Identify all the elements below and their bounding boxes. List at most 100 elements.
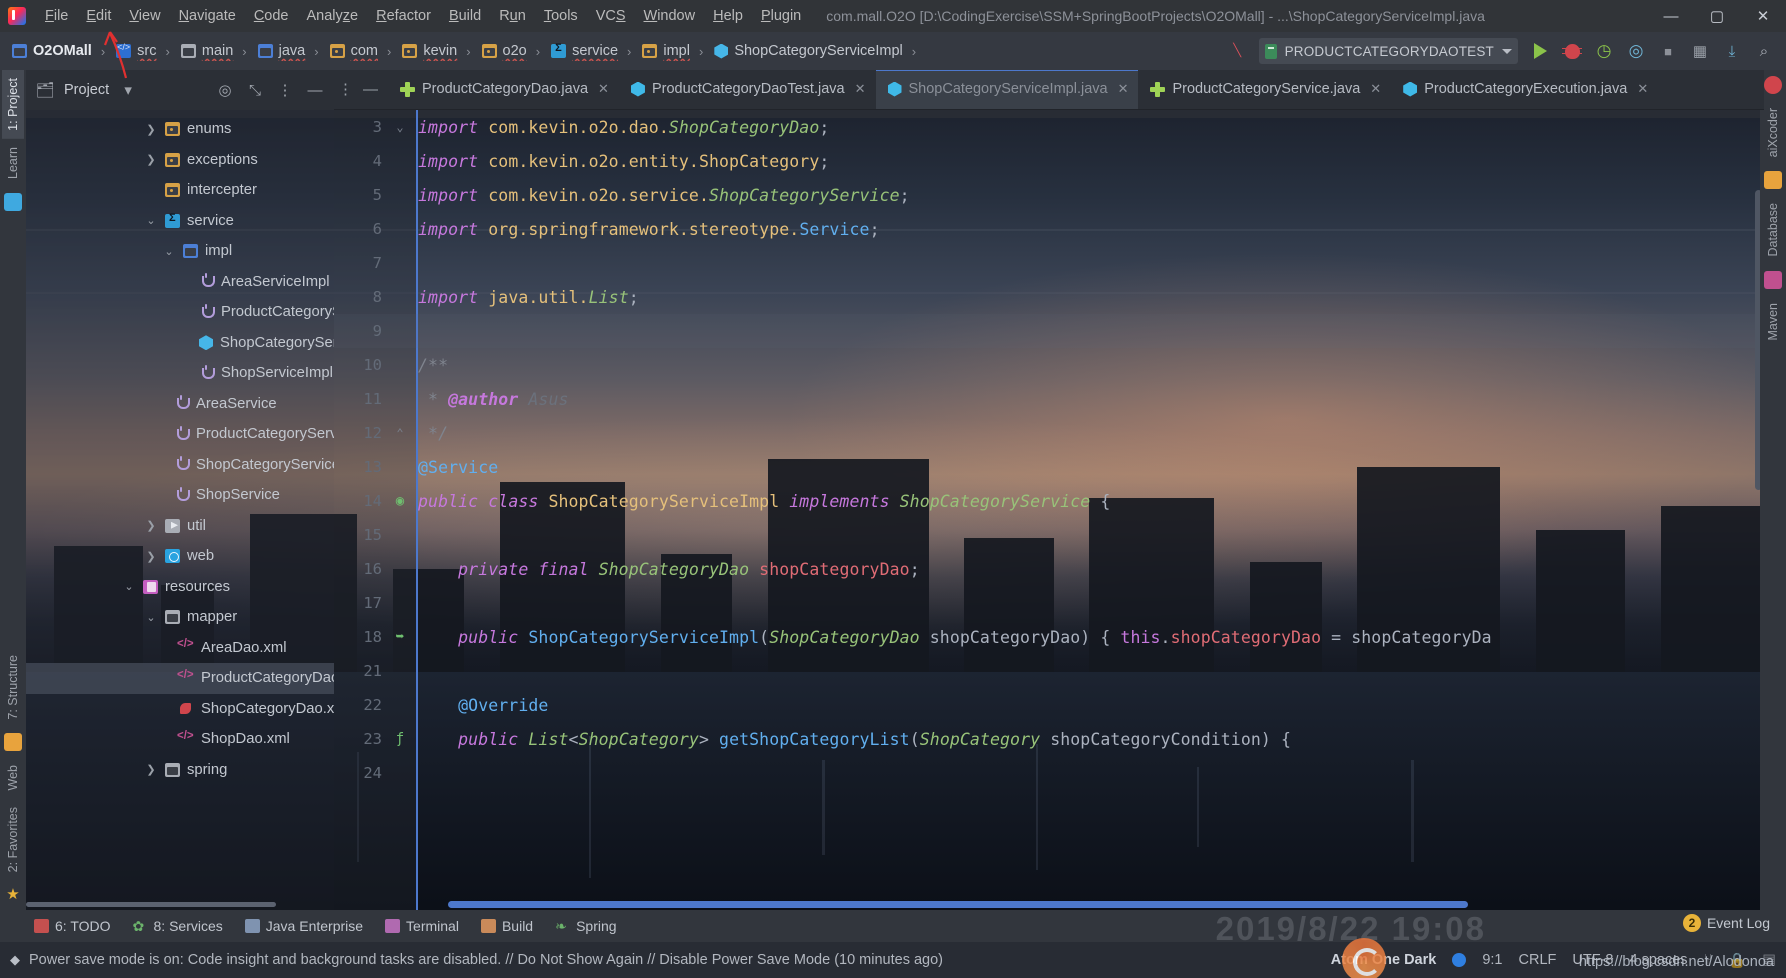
build-hammer-icon[interactable]: ⟍ [1220, 35, 1253, 66]
tree-node-productcategorydao-xml[interactable]: ProductCategoryDao.xml [26, 663, 334, 694]
menu-item-navigate[interactable]: Navigate [170, 4, 245, 28]
debug-button[interactable] [1558, 38, 1586, 64]
breadcrumb-item-shopcategoryserviceimpl[interactable]: ShopCategoryServiceImpl › [712, 41, 925, 61]
search-everywhere-icon[interactable]: ⌕ [1750, 38, 1778, 64]
menu-item-edit[interactable]: Edit [77, 4, 120, 28]
tab-options-icon[interactable]: ⋮ [338, 80, 353, 98]
collapse-all-icon[interactable]: ⤡ [244, 82, 266, 99]
editor-horizontal-scrollbar[interactable] [418, 901, 1762, 908]
locate-icon[interactable]: ◎ [214, 81, 236, 99]
sidebar-item-web[interactable]: Web [2, 757, 24, 798]
tree-node-shopcategoryservice[interactable]: ShopCategoryService [26, 450, 334, 481]
minimize-button[interactable]: — [1648, 0, 1694, 32]
sidebar-item-project[interactable]: 1: Project [2, 70, 24, 139]
menu-item-view[interactable]: View [120, 4, 169, 28]
tree-node-enums[interactable]: ❯ enums [26, 114, 334, 145]
tree-node-productcategoryservice[interactable]: ProductCategoryService [26, 419, 334, 450]
menu-item-tools[interactable]: Tools [535, 4, 587, 28]
menu-item-code[interactable]: Code [245, 4, 298, 28]
run-button[interactable] [1526, 38, 1554, 64]
project-tree[interactable]: ❯ enums ❯ exceptions ❯ intercepter ⌄ ser… [26, 110, 334, 910]
breadcrumb-item-java[interactable]: java › [256, 41, 328, 61]
code-line[interactable]: 9 [334, 314, 1764, 348]
chevron-right-icon[interactable]: ❯ [144, 153, 158, 166]
code-line[interactable]: 10 /** [334, 348, 1764, 382]
tree-node-shopcategorydao-xml[interactable]: ShopCategoryDao.xml [26, 694, 334, 725]
code-line[interactable]: 24 [334, 756, 1764, 790]
tree-node-util[interactable]: ❯ util [26, 511, 334, 542]
aixcoder-icon[interactable] [1764, 76, 1782, 94]
update-project-button[interactable]: ⤓ [1718, 38, 1746, 64]
tab-close-icon[interactable]: ✕ [855, 81, 866, 97]
bottom-item-services[interactable]: ✿ 8: Services [133, 918, 223, 934]
gutter-override-marker-icon[interactable]: ƒ [390, 731, 410, 747]
bookmark-icon[interactable] [4, 192, 22, 211]
status-message[interactable]: Power save mode is on: Code insight and … [29, 952, 943, 968]
code-line[interactable]: 16 private final ShopCategoryDao shopCat… [334, 552, 1764, 586]
chevron-down-icon[interactable]: ⌄ [122, 580, 136, 593]
run-with-coverage-button[interactable]: ◷ [1590, 38, 1618, 64]
profile-button[interactable]: ◎ [1622, 38, 1650, 64]
menu-item-plugin[interactable]: Plugin [752, 4, 810, 28]
menu-item-help[interactable]: Help [704, 4, 752, 28]
tab-shopcategoryserviceimpl-java[interactable]: ShopCategoryServiceImpl.java ✕ [875, 69, 1139, 109]
line-separator[interactable]: CRLF [1519, 952, 1557, 968]
tree-node-impl[interactable]: ⌄ impl [26, 236, 334, 267]
tree-node-intercepter[interactable]: ❯ intercepter [26, 175, 334, 206]
chevron-down-icon[interactable]: ⌄ [162, 245, 176, 258]
chevron-right-icon[interactable]: ❯ [144, 519, 158, 532]
chevron-right-icon[interactable]: ❯ [144, 550, 158, 563]
breadcrumb-item-src[interactable]: src › [114, 41, 179, 61]
menu-item-vcs[interactable]: VCS [587, 4, 635, 28]
maven-icon[interactable] [1764, 270, 1782, 289]
project-horizontal-scrollbar[interactable] [26, 902, 334, 910]
tree-node-areadao-xml[interactable]: AreaDao.xml [26, 633, 334, 664]
tab-close-icon[interactable]: ✕ [1637, 81, 1648, 97]
sidebar-item-database[interactable]: Database [1762, 195, 1784, 265]
maximize-button[interactable]: ▢ [1694, 0, 1740, 32]
web-strip-icon[interactable] [4, 733, 22, 752]
tree-node-resources[interactable]: ⌄ resources [26, 572, 334, 603]
bottom-item-build[interactable]: Build [480, 918, 533, 934]
options-icon[interactable]: ⋮ [274, 81, 296, 99]
breadcrumb-item-o2omall[interactable]: O2OMall › [10, 41, 114, 61]
code-line[interactable]: 21 [334, 654, 1764, 688]
bottom-item-java-enterprise[interactable]: Java Enterprise [244, 918, 363, 934]
code-line[interactable]: 5 import com.kevin.o2o.service.ShopCatego… [334, 178, 1764, 212]
database-icon[interactable] [1764, 171, 1782, 190]
code-line[interactable]: 17 [334, 586, 1764, 620]
tree-node-service[interactable]: ⌄ service [26, 206, 334, 237]
file-encoding[interactable]: UTF-8 [1572, 952, 1613, 968]
code-line[interactable]: 4 import com.kevin.o2o.entity.ShopCategor… [334, 144, 1764, 178]
tree-node-shopcategoryserviceimpl[interactable]: ShopCategoryServiceImpl [26, 328, 334, 359]
breadcrumb-item-o2o[interactable]: o2o › [480, 41, 550, 61]
gutter-fold-end-icon[interactable]: ⌃ [390, 426, 410, 440]
indent-setting[interactable]: 4 spaces [1629, 952, 1687, 968]
sidebar-item-maven[interactable]: Maven [1762, 295, 1784, 349]
chevron-down-icon[interactable]: ⌄ [144, 214, 158, 227]
bottom-item-spring[interactable]: ❧ Spring [555, 918, 616, 934]
chevron-down-icon[interactable]: ⌄ [144, 611, 158, 624]
hide-icon[interactable]: — [304, 82, 326, 99]
stop-button[interactable]: ■ [1654, 38, 1682, 64]
code-line[interactable]: 11 * @author Asus [334, 382, 1764, 416]
sidebar-item-favorites[interactable]: 2: Favorites [2, 799, 24, 880]
menu-item-refactor[interactable]: Refactor [367, 4, 440, 28]
code-line[interactable]: 3 ⌄ import com.kevin.o2o.dao.ShopCategoryD… [334, 110, 1764, 144]
tree-node-web[interactable]: ❯ web [26, 541, 334, 572]
menu-item-window[interactable]: Window [635, 4, 705, 28]
bottom-item-terminal[interactable]: Terminal [385, 918, 459, 934]
lock-icon[interactable]: 🔒 [1728, 952, 1746, 969]
tab-close-icon[interactable]: ✕ [1118, 81, 1129, 97]
tab-productcategoryexecution-java[interactable]: ProductCategoryExecution.java ✕ [1391, 69, 1658, 109]
breadcrumb-item-com[interactable]: com › [328, 41, 401, 61]
apply-changes-button[interactable]: ▦ [1686, 38, 1714, 64]
code-line[interactable]: 15 [334, 518, 1764, 552]
gutter-fold-collapse-icon[interactable]: ⌄ [390, 120, 410, 134]
event-log-button[interactable]: 2 Event Log [1682, 914, 1770, 932]
breadcrumb-item-impl[interactable]: impl › [640, 41, 712, 61]
breadcrumb-item-kevin[interactable]: kevin › [400, 41, 479, 61]
menu-item-file[interactable]: File [36, 4, 77, 28]
gutter-method-marker-icon[interactable]: ➥ [390, 629, 410, 645]
code-line[interactable]: 7 [334, 246, 1764, 280]
